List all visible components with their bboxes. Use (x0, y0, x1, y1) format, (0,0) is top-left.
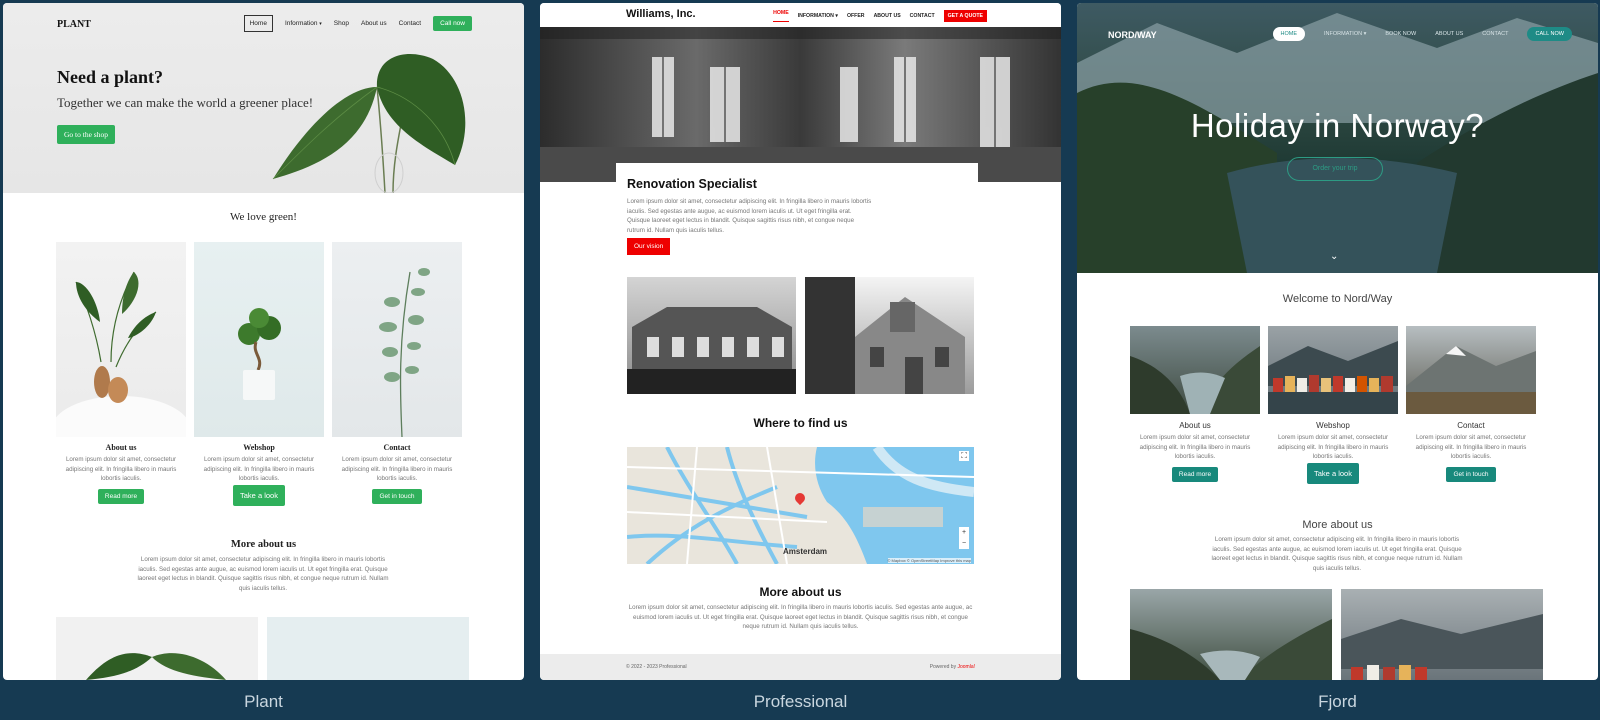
more-about-text: Lorem ipsum dolor sit amet, consectetur … (137, 556, 389, 592)
col-text-webshop: Lorem ipsum dolor sit amet, consectetur … (203, 456, 315, 482)
more-about-text: Lorem ipsum dolor sit amet, consectetur … (1211, 536, 1463, 572)
nav-about[interactable]: ABOUT US (874, 13, 901, 19)
col-title-webshop: Webshop (1316, 421, 1350, 430)
plant-photo-bottom-left (56, 617, 258, 680)
site-logo[interactable]: PLANT (57, 19, 91, 30)
chevron-down-icon: ▾ (319, 21, 322, 27)
col-text-contact: Lorem ipsum dolor sit amet, consectetur … (341, 456, 453, 482)
hero-text: Lorem ipsum dolor sit amet, consectetur … (627, 198, 872, 234)
order-trip-button[interactable]: Order your trip (1287, 157, 1383, 181)
fjord-photo-mountain (1406, 326, 1536, 414)
template-caption-fjord: Fjord (1318, 692, 1357, 711)
footer-powered-label: Powered by (929, 664, 957, 670)
col-text-webshop: Lorem ipsum dolor sit amet, consectetur … (1277, 434, 1389, 460)
col-text-about: Lorem ipsum dolor sit amet, consectetur … (65, 456, 177, 482)
col-title-contact: Contact (1457, 421, 1485, 430)
pro-photo-house (805, 277, 974, 394)
hero-subtitle: Together we can make the world a greener… (57, 95, 314, 110)
fjord-hero: NORD/WAY HOME INFORMATION ▾ BOOK NOW ABO… (1077, 3, 1598, 273)
map[interactable]: Amsterdam ⛶ + − © Mapbox © OpenStreetMap … (627, 447, 974, 564)
take-a-look-button[interactable]: Take a look (233, 485, 285, 506)
read-more-button[interactable]: Read more (1171, 467, 1219, 482)
nav-contact[interactable]: CONTACT (1482, 31, 1508, 37)
pro-navbar: Williams, Inc. HOME INFORMATION ▾ OFFER … (540, 3, 1061, 27)
get-in-touch-button[interactable]: Get in touch (372, 489, 422, 504)
nav-book-now[interactable]: BOOK NOW (1385, 31, 1416, 37)
col-title-contact: Contact (383, 443, 411, 452)
pro-hero-photo (540, 27, 1061, 182)
nav-home[interactable]: HOME (773, 10, 789, 22)
plant-photo-bonsai (194, 242, 324, 437)
section-title: We love green! (230, 211, 297, 223)
nav-about[interactable]: ABOUT US (1435, 31, 1463, 37)
nav-contact[interactable]: CONTACT (910, 13, 935, 19)
take-a-look-button[interactable]: Take a look (1307, 463, 1359, 484)
col-text-contact: Lorem ipsum dolor sit amet, consectetur … (1415, 434, 1527, 460)
col-title-about: About us (105, 443, 137, 452)
map-city-label: Amsterdam (783, 547, 828, 556)
nav-information-label: Information (284, 20, 318, 27)
call-now-button[interactable]: CALL NOW (1527, 27, 1572, 41)
pro-photo-building (627, 277, 796, 394)
fullscreen-icon[interactable]: ⛶ (959, 451, 969, 461)
template-card-fjord[interactable]: NORD/WAY HOME INFORMATION ▾ BOOK NOW ABO… (1077, 3, 1598, 680)
fjord-photo-valley (1130, 326, 1260, 414)
nav-information-label: INFORMATION (1324, 31, 1363, 37)
fjord-navbar: HOME INFORMATION ▾ BOOK NOW ABOUT US CON… (1272, 27, 1572, 41)
chevron-down-icon: ▾ (835, 13, 838, 19)
footer-powered: Powered by Joomla! (930, 664, 975, 670)
get-a-quote-button[interactable]: GET A QUOTE (943, 10, 987, 22)
chevron-down-icon[interactable]: ⌄ (1330, 251, 1338, 262)
template-caption-professional: Professional (753, 692, 848, 711)
hero-title: Need a plant? (57, 67, 164, 87)
zoom-controls[interactable]: + − (959, 527, 969, 549)
nav-home[interactable]: Home (243, 15, 273, 32)
hero-title: Holiday in Norway? (1190, 107, 1485, 144)
footer: © 2022 - 2023 Professional Powered by Jo… (540, 654, 1061, 680)
our-vision-button[interactable]: Our vision (627, 238, 671, 255)
fjord-photo-bergen (1268, 326, 1398, 414)
nav-information[interactable]: INFORMATION ▾ (798, 13, 838, 19)
footer-brand-link[interactable]: Joomla! (957, 664, 975, 670)
nav-contact[interactable]: Contact (399, 20, 421, 27)
nav-information[interactable]: INFORMATION ▾ (1324, 31, 1366, 37)
footer-copyright: © 2022 - 2023 Professional (626, 664, 687, 670)
template-card-plant[interactable]: Need a plant? Together we can make the w… (3, 3, 524, 680)
site-logo[interactable]: Williams, Inc. (626, 8, 696, 20)
chevron-down-icon: ▾ (1363, 31, 1367, 37)
more-about-title: More about us (1302, 519, 1373, 531)
fjord-photo-bottom-right (1341, 589, 1543, 680)
plant-photo-eucalyptus (332, 242, 462, 437)
col-title-webshop: Webshop (243, 443, 275, 452)
plant-photo-vases (56, 242, 186, 437)
read-more-button[interactable]: Read more (97, 489, 145, 504)
shop-button[interactable]: Go to the shop (57, 125, 115, 144)
col-title-about: About us (1179, 421, 1211, 430)
template-caption-plant: Plant (244, 692, 283, 711)
site-logo[interactable]: NORD/WAY (1108, 30, 1157, 40)
map-attribution: © Mapbox © OpenStreetMap Improve this ma… (887, 558, 971, 563)
nav-home[interactable]: HOME (1272, 27, 1305, 41)
nav-offer[interactable]: OFFER (847, 13, 865, 19)
col-text-about: Lorem ipsum dolor sit amet, consectetur … (1139, 434, 1251, 460)
nav-shop[interactable]: Shop (334, 20, 349, 27)
fjord-photo-bottom-left (1130, 589, 1332, 680)
more-about-text: Lorem ipsum dolor sit amet, consectetur … (628, 604, 973, 630)
nav-about[interactable]: About us (361, 20, 387, 27)
leaf-illustration (272, 54, 466, 193)
more-about-title: More about us (230, 539, 297, 550)
intro-box: Renovation Specialist Lorem ipsum dolor … (616, 163, 978, 253)
hero-title: Renovation Specialist (627, 177, 757, 191)
nav-information-label: INFORMATION (797, 13, 834, 19)
call-now-button[interactable]: Call now (433, 16, 472, 31)
nav-information[interactable]: Information ▾ (285, 20, 322, 27)
find-us-title: Where to find us (753, 416, 848, 430)
get-in-touch-button[interactable]: Get in touch (1446, 467, 1496, 482)
plant-photo-bottom-right (267, 617, 469, 680)
more-about-title: More about us (759, 585, 842, 599)
template-card-professional[interactable]: Williams, Inc. HOME INFORMATION ▾ OFFER … (540, 3, 1061, 680)
section-title: Welcome to Nord/Way (1282, 293, 1393, 305)
plant-navbar: PLANT Home Information ▾ Shop About us C… (3, 15, 524, 33)
